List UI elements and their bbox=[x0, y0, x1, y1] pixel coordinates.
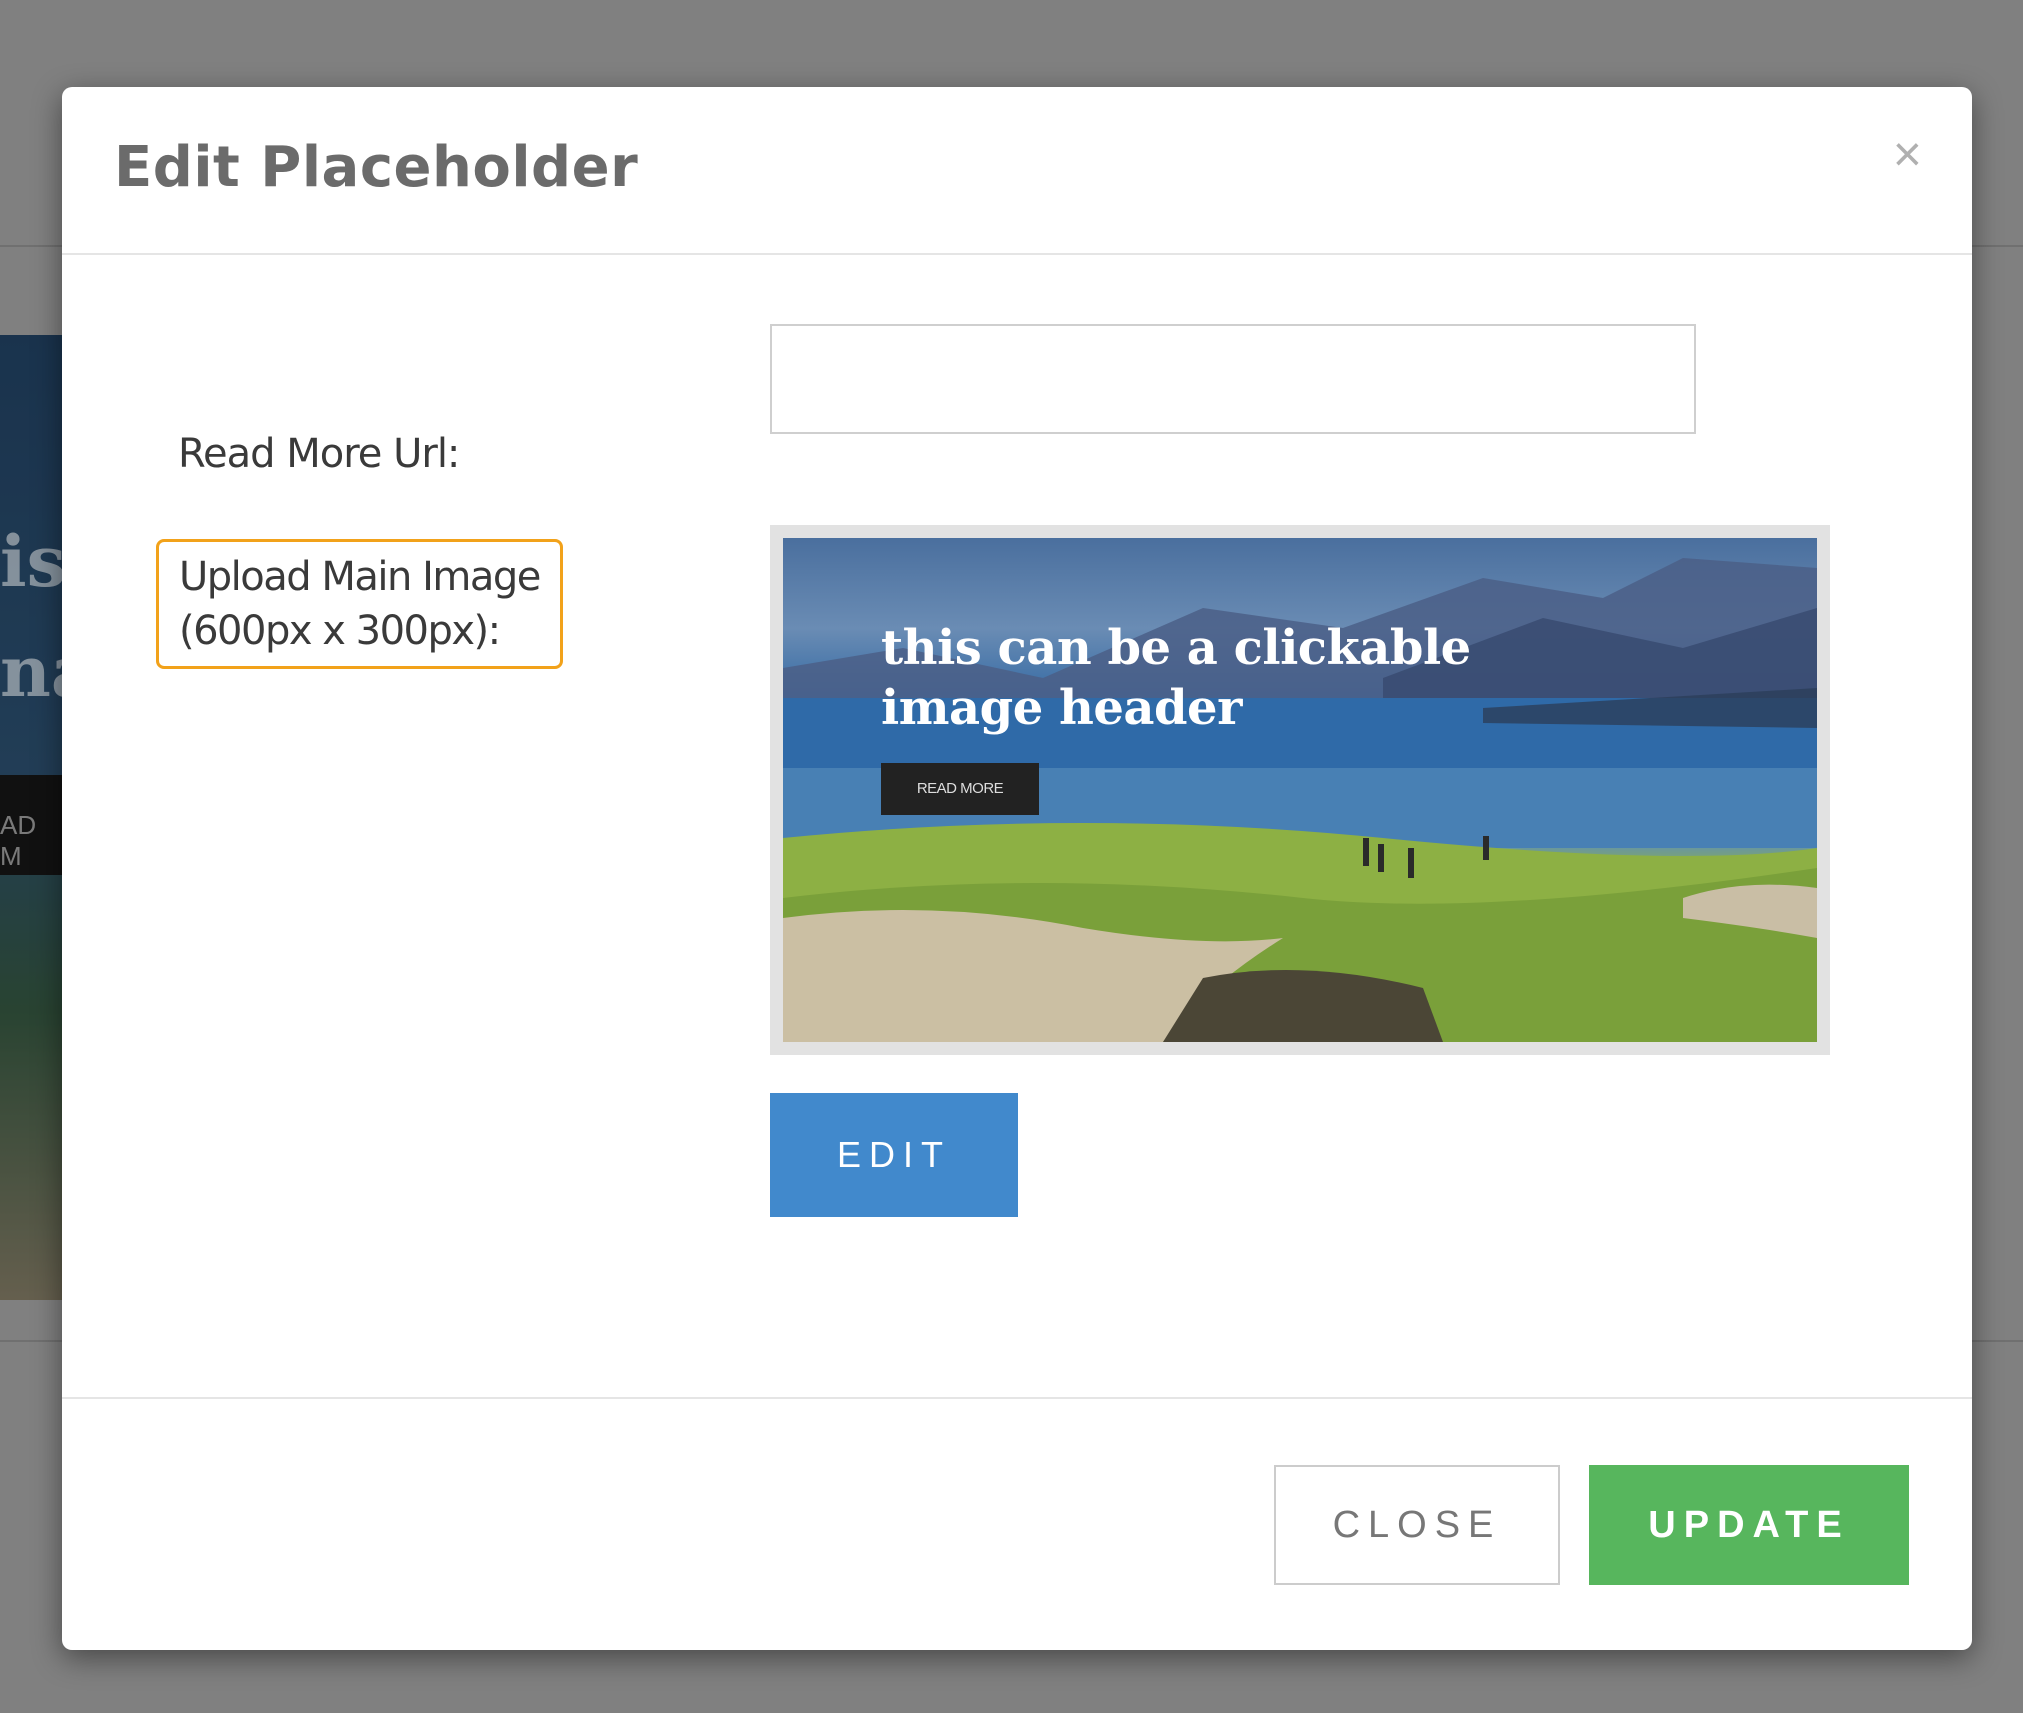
close-button[interactable]: CLOSE bbox=[1274, 1465, 1560, 1585]
edit-placeholder-modal: Edit Placeholder × Read More Url: Upload… bbox=[62, 87, 1972, 1650]
close-icon[interactable]: × bbox=[1893, 129, 1922, 179]
background-button: AD M bbox=[0, 775, 62, 875]
main-image: this can be a clickable image header REA… bbox=[783, 538, 1817, 1042]
image-read-more-button: READ MORE bbox=[881, 763, 1039, 815]
upload-main-image-label: Upload Main Image (600px x 300px): bbox=[156, 539, 563, 669]
modal-footer-divider bbox=[62, 1397, 1972, 1399]
image-headline: this can be a clickable image header bbox=[881, 620, 1471, 736]
image-preview[interactable]: this can be a clickable image header REA… bbox=[770, 525, 1830, 1055]
modal-header: Edit Placeholder × bbox=[62, 87, 1972, 255]
edit-image-button[interactable]: EDIT bbox=[770, 1093, 1018, 1217]
read-more-url-label: Read More Url: bbox=[178, 431, 460, 477]
modal-title: Edit Placeholder bbox=[114, 135, 639, 200]
update-button[interactable]: UPDATE bbox=[1589, 1465, 1909, 1585]
read-more-url-input[interactable] bbox=[770, 324, 1696, 434]
background-text: is bbox=[0, 520, 67, 603]
